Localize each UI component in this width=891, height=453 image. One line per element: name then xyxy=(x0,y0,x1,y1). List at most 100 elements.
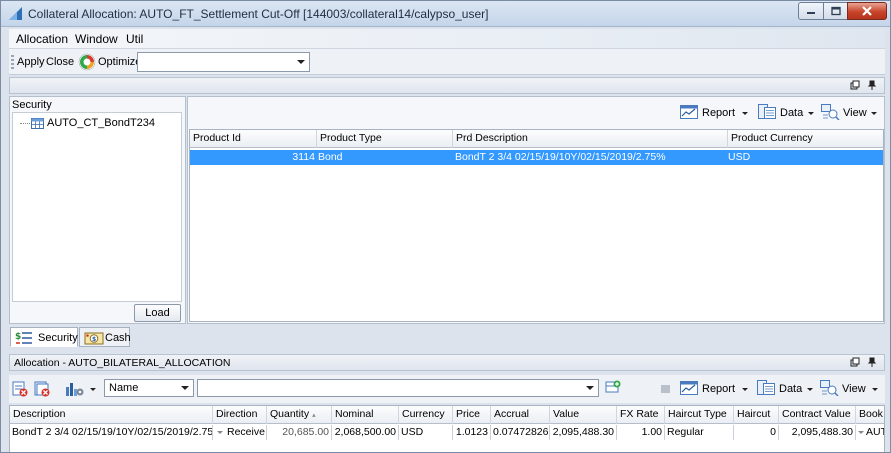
tab-security-label: Security xyxy=(38,332,78,344)
chevron-down-icon xyxy=(871,112,877,115)
restore-pin-icons[interactable] xyxy=(848,80,878,91)
tree-item-label: AUTO_CT_BondT234 xyxy=(47,117,156,129)
svg-text:$: $ xyxy=(15,332,21,342)
panel-tabs: $ Security $ Cash xyxy=(9,325,885,349)
column-header-prd-description[interactable]: Prd Description xyxy=(453,130,728,148)
table-row[interactable]: BondT 2 3/4 02/15/19/10Y/02/15/2019/2.75… xyxy=(10,425,884,440)
add-filter-icon[interactable] xyxy=(605,380,621,394)
column-header-value[interactable]: Value xyxy=(550,406,617,424)
report-label: Report xyxy=(702,107,736,119)
security-list-icon: $ xyxy=(15,332,32,344)
column-header-fx-rate[interactable]: FX Rate xyxy=(617,406,665,424)
close-window-button[interactable] xyxy=(847,2,887,20)
allocation-grid: Description Direction Quantity ▴ Nominal … xyxy=(9,405,885,452)
column-header-currency[interactable]: Currency xyxy=(399,406,453,424)
menu-allocation[interactable]: Allocation xyxy=(16,32,68,46)
direction-select[interactable]: Receive xyxy=(213,425,267,440)
cell-quantity[interactable]: 20,685.00 xyxy=(267,425,332,440)
optimize-combo[interactable] xyxy=(137,52,310,72)
data-button[interactable]: Data xyxy=(758,104,814,122)
cell-fx-rate: 1.00 xyxy=(617,425,665,440)
column-header-description[interactable]: Description xyxy=(10,406,213,424)
cell-contract-value: 2,095,488.30 xyxy=(779,425,856,440)
menu-bar: Allocation Window Util xyxy=(9,29,885,48)
app-logo-icon xyxy=(9,7,22,20)
cell-currency: USD xyxy=(399,425,453,440)
column-header-haircut-type[interactable]: Haircut Type xyxy=(665,406,734,424)
cell-price: 1.0123 xyxy=(453,425,491,440)
cash-icon: $ xyxy=(84,332,104,345)
close-button[interactable]: Close xyxy=(46,56,74,68)
column-header-product-id[interactable]: Product Id xyxy=(190,130,317,148)
view-button[interactable]: View xyxy=(821,104,877,122)
load-button[interactable]: Load xyxy=(134,304,181,322)
name-combo-value: Name xyxy=(109,382,139,394)
cell-haircut[interactable]: 0 xyxy=(734,425,779,440)
tree-item[interactable]: AUTO_CT_BondT234 xyxy=(20,116,155,132)
allocation-header-strip: Allocation - AUTO_BILATERAL_ALLOCATION xyxy=(9,354,885,371)
column-header-product-type[interactable]: Product Type xyxy=(317,130,453,148)
column-header-product-currency[interactable]: Product Currency xyxy=(728,130,883,148)
cell-description: BondT 2 3/4 02/15/19/10Y/02/15/2019/2.75… xyxy=(12,425,213,440)
data-icon xyxy=(758,104,776,119)
report-button[interactable]: Report xyxy=(680,104,748,122)
toolbar-grip[interactable] xyxy=(11,55,14,70)
cell-accrual: 0.07472826 xyxy=(493,425,550,440)
allocation-toolbar: Name Report Data View xyxy=(9,375,885,403)
remove-allocation-icon[interactable] xyxy=(12,381,28,397)
column-header-direction[interactable]: Direction xyxy=(213,406,267,424)
cell-haircut-type[interactable]: Regular xyxy=(665,425,734,440)
chevron-down-icon xyxy=(586,386,594,390)
menu-window[interactable]: Window xyxy=(75,32,118,46)
column-header-price[interactable]: Price xyxy=(453,406,491,424)
column-header-book[interactable]: Book xyxy=(856,406,884,424)
remove-all-icon[interactable] xyxy=(34,381,50,397)
security-panel-header: Security xyxy=(12,99,52,111)
tree-connector xyxy=(20,123,30,124)
close-icon xyxy=(862,6,872,16)
chevron-down-icon[interactable] xyxy=(90,388,96,391)
chevron-down-icon xyxy=(742,388,748,391)
sort-indicator-icon: ▴ xyxy=(312,412,316,419)
disabled-square-icon xyxy=(661,385,670,393)
allocation-report-button[interactable]: Report xyxy=(680,380,748,398)
allocation-data-button[interactable]: Data xyxy=(757,380,813,398)
maximize-button[interactable] xyxy=(823,2,848,20)
tab-security[interactable]: $ Security xyxy=(10,327,78,347)
restore-pin-icons[interactable] xyxy=(848,357,878,368)
security-panel: Security AUTO_CT_BondT234 Load xyxy=(9,96,186,324)
quantity-header-label: Quantity xyxy=(270,408,310,420)
column-header-quantity[interactable]: Quantity ▴ xyxy=(267,406,332,424)
view-icon xyxy=(820,380,839,396)
menu-util[interactable]: Util xyxy=(126,32,143,46)
filter-combo[interactable] xyxy=(197,379,599,397)
column-header-haircut[interactable]: Haircut xyxy=(734,406,779,424)
name-combo[interactable]: Name xyxy=(104,379,194,397)
minimize-button[interactable] xyxy=(798,2,824,20)
chart-settings-icon[interactable] xyxy=(65,381,85,397)
chevron-down-icon xyxy=(808,112,814,115)
cell-nominal[interactable]: 2,068,500.00 xyxy=(332,425,399,440)
cell-product-type: Bond xyxy=(318,151,343,163)
cell-value: 2,095,488.30 xyxy=(550,425,617,440)
product-grid-header: Product Id Product Type Prd Description … xyxy=(190,130,883,148)
table-row[interactable]: 3114 Bond BondT 2 3/4 02/15/19/10Y/02/15… xyxy=(190,150,883,165)
allocation-view-button[interactable]: View xyxy=(820,380,878,398)
apply-button[interactable]: Apply xyxy=(17,56,45,68)
main-toolbar: Apply Close Optimize xyxy=(9,48,885,75)
column-header-nominal[interactable]: Nominal xyxy=(332,406,399,424)
optimize-button[interactable]: Optimize xyxy=(98,56,141,68)
cell-book: AUT xyxy=(866,426,885,438)
chevron-down-icon xyxy=(872,388,878,391)
report-icon xyxy=(680,381,698,395)
column-header-accrual[interactable]: Accrual xyxy=(491,406,550,424)
column-header-contract-value[interactable]: Contract Value xyxy=(779,406,856,424)
report-icon xyxy=(680,105,698,119)
view-icon xyxy=(821,104,840,120)
view-label: View xyxy=(842,383,866,395)
book-select[interactable]: AUT xyxy=(856,425,885,440)
tab-cash[interactable]: $ Cash xyxy=(79,327,131,347)
optimize-icon[interactable] xyxy=(78,53,96,71)
upper-dock-strip xyxy=(9,77,885,94)
cell-currency: USD xyxy=(728,151,751,163)
